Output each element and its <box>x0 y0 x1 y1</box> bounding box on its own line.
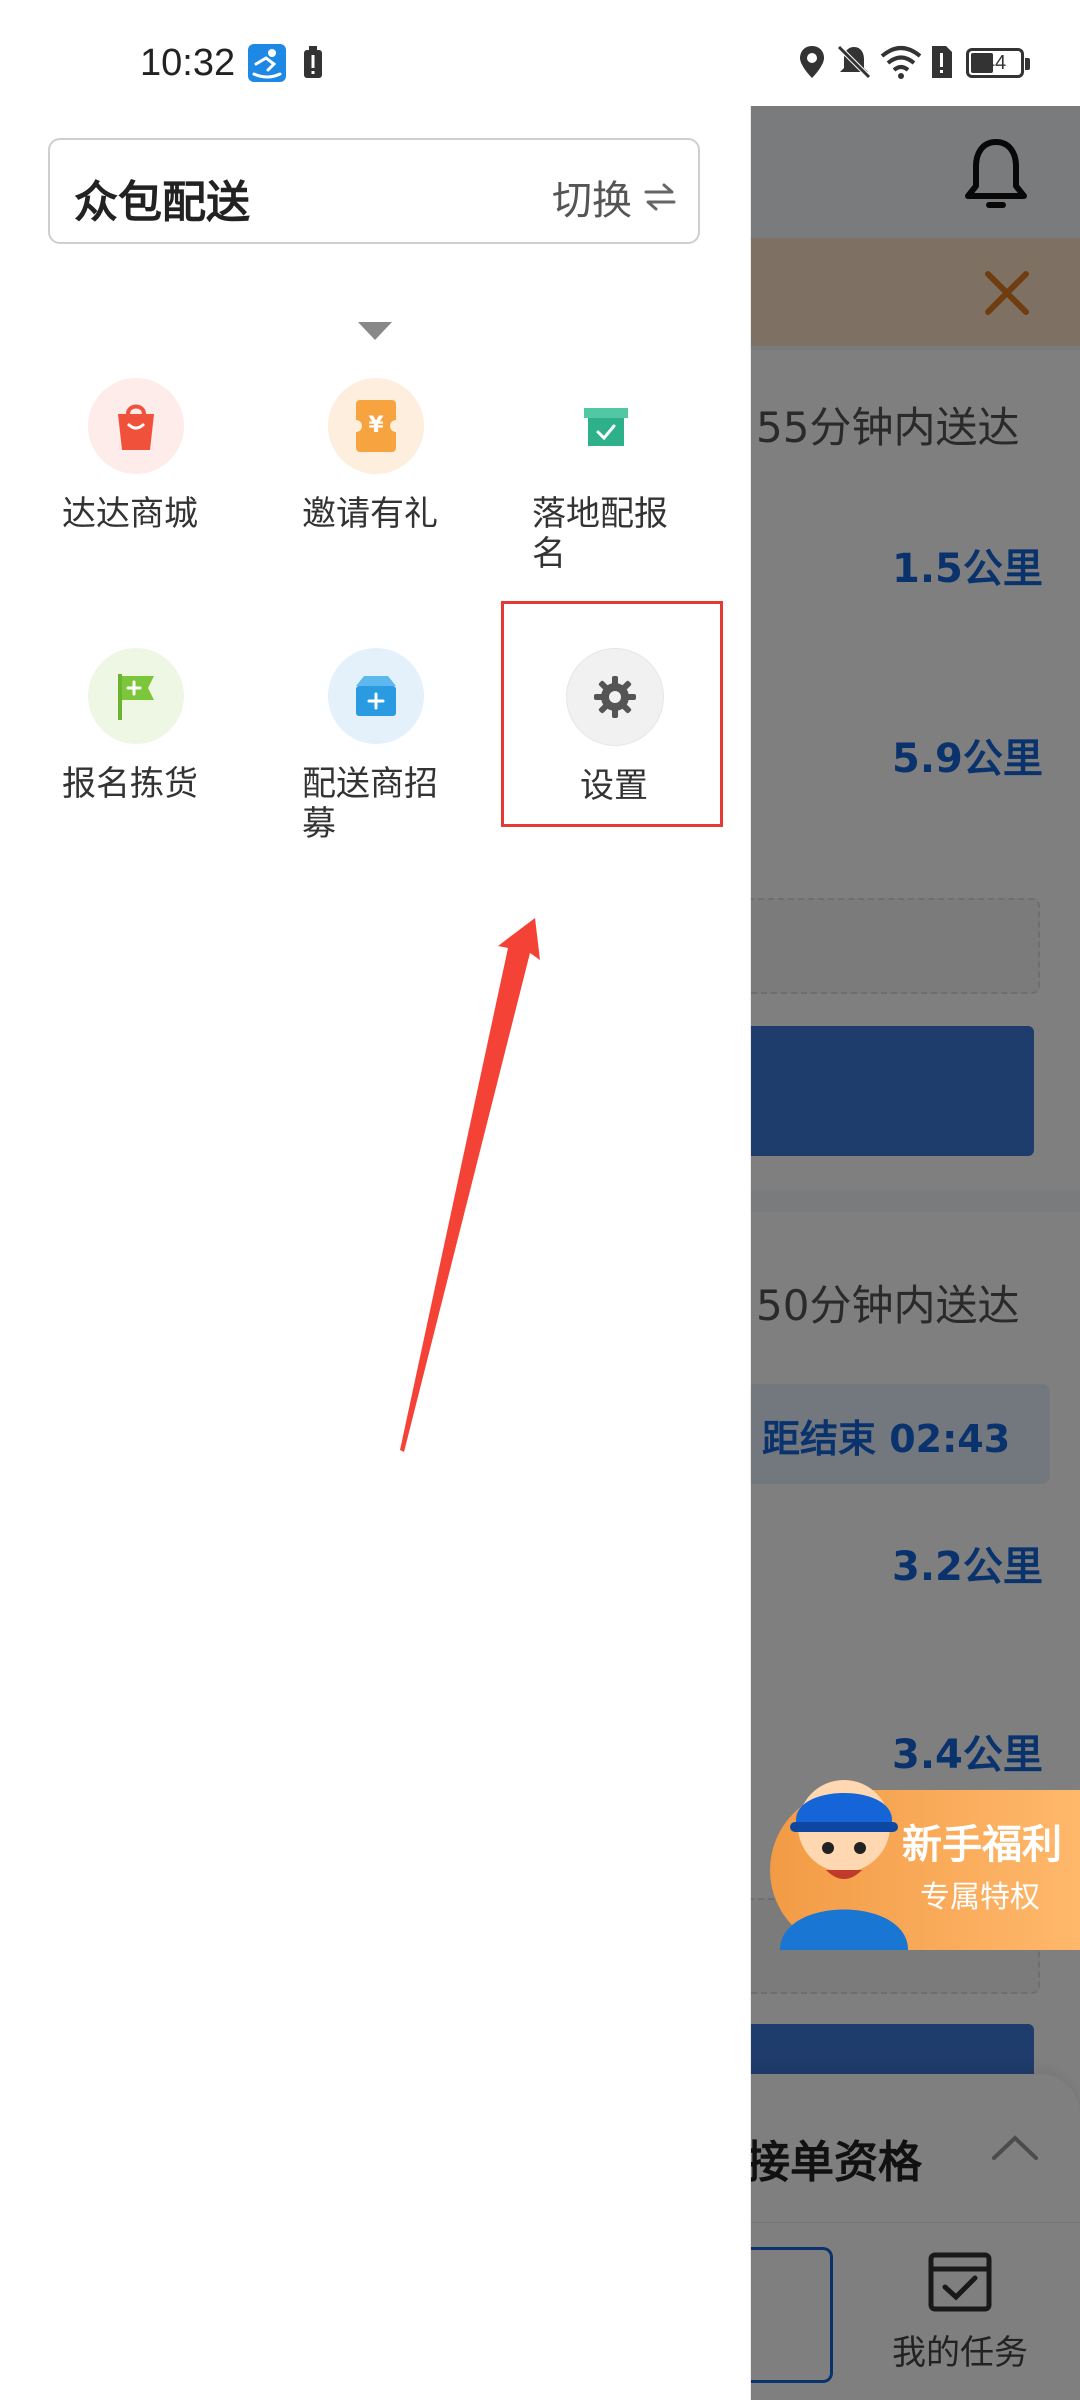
menu-item-invite-gift[interactable]: ¥ 邀请有礼 <box>302 378 502 534</box>
menu-item-label: 配送商招募 <box>302 764 438 844</box>
battery-icon: 44 <box>966 48 1030 78</box>
mute-bell-icon <box>836 44 872 84</box>
menu-item-dada-mall[interactable]: 达达商城 <box>62 378 262 534</box>
menu-item-label: 落地配报名 <box>532 494 668 574</box>
courier-mascot-icon <box>780 1780 908 1950</box>
shopping-bag-icon <box>88 378 184 474</box>
menu-item-landing-signup[interactable]: 落地配报名 <box>532 378 732 574</box>
switch-mode-button[interactable]: 切换 <box>552 168 676 226</box>
wifi-icon <box>880 44 922 84</box>
delivery-mode-switch[interactable]: 众包配送 切换 <box>48 138 700 244</box>
menu-item-carrier-recruit[interactable]: 配送商招募 <box>302 648 502 844</box>
switch-label: 切换 <box>552 178 632 224</box>
svg-text:¥: ¥ <box>368 413 384 438</box>
box-plus-icon <box>328 648 424 744</box>
collapse-triangle-icon[interactable] <box>358 322 392 342</box>
ticket-yuan-icon: ¥ <box>328 378 424 474</box>
swap-arrows-icon <box>644 183 676 211</box>
newbie-promo-badge[interactable]: 新手福利 专属特权 <box>770 1780 1080 1950</box>
delivery-mode-title: 众包配送 <box>74 177 250 228</box>
app-notification-icon <box>248 44 286 86</box>
menu-item-label: 达达商城 <box>62 494 198 534</box>
promo-title: 新手福利 <box>902 1822 1062 1868</box>
promo-subtitle: 专属特权 <box>920 1880 1040 1915</box>
status-bar: 10:32 44 <box>0 0 1080 106</box>
menu-item-label: 邀请有礼 <box>302 494 438 534</box>
sim-alert-icon <box>928 44 954 84</box>
annotation-highlight-box <box>501 601 723 827</box>
flag-plus-icon <box>88 648 184 744</box>
menu-item-label: 报名拣货 <box>62 764 198 804</box>
battery-alert-icon <box>302 46 324 84</box>
side-drawer: 众包配送 切换 达达商城 ¥ 邀请有礼 落地配报名 报名拣货 配送商招募 设置 <box>0 0 751 2400</box>
box-check-icon <box>558 378 654 474</box>
status-time: 10:32 <box>140 42 236 84</box>
battery-level: 44 <box>983 52 1007 74</box>
menu-item-signup-picking[interactable]: 报名拣货 <box>62 648 262 804</box>
location-icon <box>798 44 826 84</box>
screen: 55分钟内送达 1.5公里 5.9公里 50分钟内送达 距结束 02:43 3.… <box>0 0 1080 2400</box>
